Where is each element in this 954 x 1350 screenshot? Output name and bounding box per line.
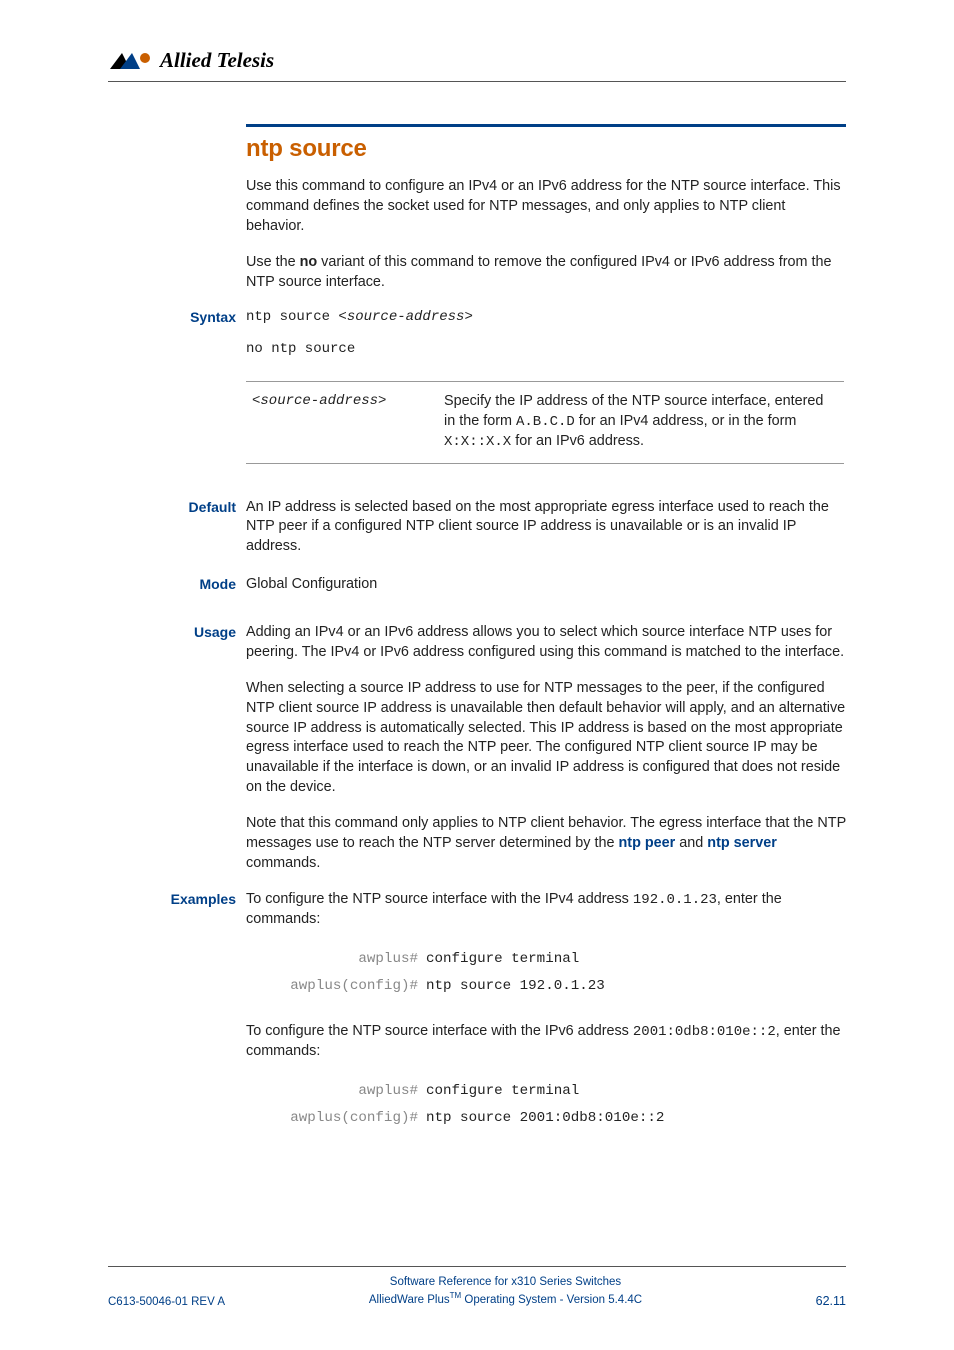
default-body: An IP address is selected based on the m… [246, 498, 846, 558]
examples-section: Examples To configure the NTP source int… [246, 890, 846, 1150]
inline-code: A.B.C.D [516, 414, 575, 430]
text-fragment: To configure the NTP source interface wi… [246, 891, 633, 907]
inline-code: 2001:0db8:010e::2 [633, 1024, 776, 1040]
content-area: ntp source Use this command to configure… [246, 124, 846, 1150]
syntax-cmd: ntp source [246, 309, 338, 325]
default-section: Default An IP address is selected based … [246, 498, 846, 558]
cli-command: configure terminal [426, 946, 579, 973]
text-fragment: To configure the NTP source interface wi… [246, 1023, 633, 1039]
example-intro-2: To configure the NTP source interface wi… [246, 1022, 846, 1062]
inline-code: X:X::X.X [444, 434, 511, 450]
cli-block-2: awplus# configure terminal awplus(config… [246, 1078, 846, 1132]
usage-body: Adding an IPv4 or an IPv6 address allows… [246, 623, 846, 890]
usage-p3: Note that this command only applies to N… [246, 814, 846, 874]
brand-mark-icon [108, 51, 154, 71]
footer-row: C613-50046-01 REV A Software Reference f… [108, 1275, 846, 1308]
page: Allied Telesis ntp source Use this comma… [0, 0, 954, 1350]
syntax-line-2: no ntp source [246, 340, 846, 359]
cli-row: awplus# configure terminal [246, 946, 846, 973]
text-fragment: for an IPv6 address. [511, 433, 644, 449]
syntax-line-1: ntp source <source-address> [246, 308, 846, 327]
cli-prompt: awplus# [246, 1078, 426, 1105]
example-intro-1: To configure the NTP source interface wi… [246, 890, 846, 930]
param-name: <source-address> [246, 382, 438, 464]
cli-row: awplus(config)# ntp source 2001:0db8:010… [246, 1105, 846, 1132]
parameter-table: <source-address> Specify the IP address … [246, 381, 844, 464]
header-rule [108, 81, 846, 82]
usage-section: Usage Adding an IPv4 or an IPv6 address … [246, 623, 846, 890]
text-fragment: AlliedWare Plus [369, 1293, 450, 1305]
page-footer: C613-50046-01 REV A Software Reference f… [108, 1266, 846, 1308]
inline-code: 192.0.1.23 [633, 892, 717, 908]
footer-doc-id: C613-50046-01 REV A [108, 1296, 225, 1308]
examples-label: Examples [156, 890, 236, 907]
text-fragment: variant of this command to remove the co… [246, 254, 832, 290]
syntax-label: Syntax [156, 308, 236, 325]
intro-paragraph-1: Use this command to configure an IPv4 or… [246, 177, 846, 237]
syntax-section: Syntax ntp source <source-address> no nt… [246, 308, 846, 463]
cli-row: awplus(config)# ntp source 192.0.1.23 [246, 973, 846, 1000]
footer-center: Software Reference for x310 Series Switc… [225, 1275, 786, 1308]
mode-label: Mode [156, 575, 236, 592]
examples-body: To configure the NTP source interface wi… [246, 890, 846, 1150]
title-rule [246, 124, 846, 127]
link-ntp-server[interactable]: ntp server [707, 835, 777, 851]
table-row: <source-address> Specify the IP address … [246, 382, 844, 464]
command-title: ntp source [246, 135, 846, 163]
page-header: Allied Telesis [108, 48, 846, 82]
default-label: Default [156, 498, 236, 515]
cli-prompt: awplus(config)# [246, 973, 426, 1000]
footer-rule [108, 1266, 846, 1267]
text-fragment: commands. [246, 855, 320, 871]
cli-row: awplus# configure terminal [246, 1078, 846, 1105]
footer-subtitle: AlliedWare PlusTM Operating System - Ver… [225, 1291, 786, 1308]
cli-command: ntp source 2001:0db8:010e::2 [426, 1105, 664, 1132]
trademark-sup: TM [450, 1291, 462, 1300]
mode-body: Global Configuration [246, 575, 846, 595]
mode-section: Mode Global Configuration [246, 575, 846, 595]
usage-p1: Adding an IPv4 or an IPv6 address allows… [246, 623, 846, 663]
syntax-param: <source-address> [338, 309, 472, 325]
cli-block-1: awplus# configure terminal awplus(config… [246, 946, 846, 1000]
usage-label: Usage [156, 623, 236, 640]
link-ntp-peer[interactable]: ntp peer [618, 835, 675, 851]
text-fragment: Operating System - Version 5.4.4C [461, 1293, 642, 1305]
cli-command: configure terminal [426, 1078, 579, 1105]
bold-keyword: no [300, 254, 318, 270]
text-fragment: Use the [246, 254, 300, 270]
cli-prompt: awplus# [246, 946, 426, 973]
syntax-body: ntp source <source-address> no ntp sourc… [246, 308, 846, 463]
brand-logo: Allied Telesis [108, 48, 846, 73]
cli-command: ntp source 192.0.1.23 [426, 973, 605, 1000]
footer-title: Software Reference for x310 Series Switc… [225, 1275, 786, 1291]
text-fragment: for an IPv4 address, or in the form [575, 413, 797, 429]
page-number: 62.11 [786, 1294, 846, 1308]
usage-p2: When selecting a source IP address to us… [246, 679, 846, 798]
brand-text: Allied Telesis [160, 48, 274, 73]
text-fragment: and [675, 835, 707, 851]
param-desc: Specify the IP address of the NTP source… [438, 382, 844, 464]
intro-paragraph-2: Use the no variant of this command to re… [246, 253, 846, 293]
cli-prompt: awplus(config)# [246, 1105, 426, 1132]
